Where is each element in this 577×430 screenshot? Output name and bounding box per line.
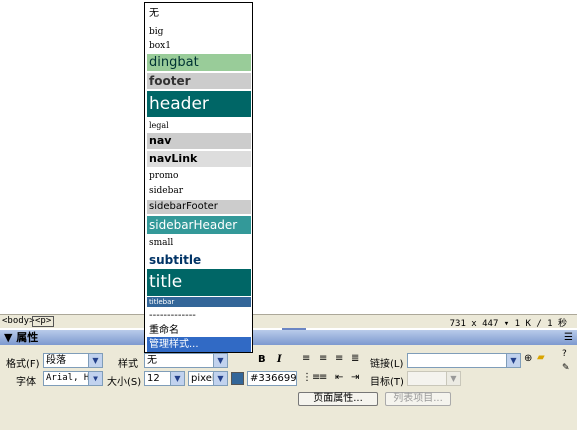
size-select[interactable]: 12 ▼ <box>144 371 185 386</box>
style-dropdown-list: 无 big box1 dingbat footer header legal nav navLi… <box>144 2 253 353</box>
panel-title: ▼ 属性 <box>4 331 39 344</box>
style-option[interactable]: small <box>147 236 251 250</box>
target-label: 目标(T) <box>370 377 404 388</box>
style-value: 无 <box>147 355 157 366</box>
size-label: 大小(S) <box>107 377 142 388</box>
align-right-icon[interactable]: ≡ <box>335 353 343 365</box>
size-unit-value: pixel <box>191 373 215 384</box>
size-value: 12 <box>147 373 160 384</box>
help-icon[interactable]: ? <box>562 348 567 360</box>
style-option[interactable]: title <box>147 269 251 296</box>
style-option[interactable]: ------------- <box>147 309 251 322</box>
style-option[interactable]: sidebarFooter <box>147 200 251 214</box>
text-indent-icon[interactable]: ⇥ <box>351 372 359 384</box>
bold-button[interactable]: B <box>258 354 266 366</box>
text-outdent-icon[interactable]: ⇤ <box>335 372 343 384</box>
panel-menu-icon[interactable]: ☰ <box>564 330 573 345</box>
list-items-button[interactable]: 列表项目... <box>385 392 451 406</box>
chevron-down-icon: ▼ <box>88 372 102 385</box>
chevron-down-icon: ▼ <box>170 372 184 385</box>
format-value: 段落 <box>46 355 66 366</box>
ordered-list-icon[interactable]: ≡ <box>319 372 327 384</box>
color-hex-input[interactable]: #336699 <box>247 371 297 386</box>
align-center-icon[interactable]: ≡ <box>319 353 327 365</box>
size-unit-select[interactable]: pixel ▼ <box>188 371 228 386</box>
color-hex-value: #336699 <box>250 373 297 384</box>
style-option[interactable]: legal <box>147 119 251 133</box>
style-option[interactable]: promo <box>147 169 251 183</box>
chevron-down-icon: ▼ <box>88 354 102 367</box>
design-canvas[interactable] <box>0 0 577 314</box>
format-select[interactable]: 段落 ▼ <box>43 353 103 368</box>
align-justify-icon[interactable]: ≣ <box>351 353 359 365</box>
style-select[interactable]: 无 ▼ <box>144 353 228 368</box>
unordered-list-icon[interactable]: ⋮≡ <box>302 372 320 384</box>
properties-panel: 格式(F) 段落 ▼ 样式 无 ▼ B I ≡ ≡ ≡ ≣ 链接(L) ▼ ⊕ ▰ … <box>0 345 577 430</box>
font-select[interactable]: Arial, He ▼ <box>43 371 103 386</box>
style-option[interactable]: nav <box>147 133 251 149</box>
style-option[interactable]: header <box>147 91 251 117</box>
format-label: 格式(F) <box>6 359 40 370</box>
style-label: 样式 <box>118 359 138 370</box>
align-left-icon[interactable]: ≡ <box>302 353 310 365</box>
italic-button[interactable]: I <box>277 354 282 366</box>
status-bar: <body> <p> 731 x 447 ▾ 1 K / 1 秒 <box>0 314 577 329</box>
style-option[interactable]: sidebarHeader <box>147 216 251 234</box>
folder-icon[interactable]: ▰ <box>537 352 545 364</box>
edit-icon[interactable]: ✎ <box>562 362 570 374</box>
window-size-info[interactable]: 731 x 447 ▾ 1 K / 1 秒 <box>450 316 567 329</box>
target-select[interactable]: ▼ <box>407 371 461 386</box>
font-label: 字体 <box>16 377 36 388</box>
style-option[interactable]: subtitle <box>147 251 251 269</box>
tag-selector-body[interactable]: <body> <box>2 316 35 326</box>
properties-panel-header[interactable]: ▼ 属性 ☰ <box>0 330 577 345</box>
chevron-down-icon: ▼ <box>446 372 460 385</box>
style-option[interactable]: navLink <box>147 151 251 167</box>
style-option[interactable]: big <box>147 25 251 39</box>
tag-selector-p[interactable]: <p> <box>32 316 55 327</box>
chevron-down-icon: ▼ <box>213 354 227 367</box>
chevron-down-icon: ▼ <box>506 354 520 367</box>
link-input[interactable]: ▼ <box>407 353 521 368</box>
page-properties-button[interactable]: 页面属性... <box>298 392 378 406</box>
style-option[interactable]: 无 <box>147 7 251 21</box>
link-label: 链接(L) <box>370 359 404 370</box>
style-option[interactable]: dingbat <box>147 54 251 71</box>
style-option[interactable]: box1 <box>147 39 251 53</box>
color-swatch[interactable] <box>231 372 244 385</box>
style-option[interactable]: 重命名 <box>147 323 251 338</box>
style-option[interactable]: sidebar <box>147 184 251 198</box>
chevron-down-icon: ▼ <box>213 372 227 385</box>
point-to-file-icon[interactable]: ⊕ <box>524 353 532 365</box>
style-option[interactable]: titlebar <box>147 297 251 307</box>
style-option[interactable]: 管理样式... <box>147 337 251 352</box>
style-option[interactable]: footer <box>147 73 251 89</box>
